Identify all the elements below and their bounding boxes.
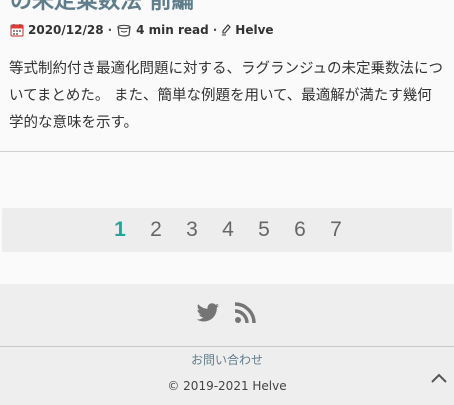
post-meta: 2020/12/28 · 4 min read · Helve	[10, 21, 274, 39]
page-link-2[interactable]: 2	[144, 208, 168, 252]
post-divider	[0, 151, 454, 152]
social-links	[0, 302, 454, 326]
page-link-4[interactable]: 4	[216, 208, 240, 252]
rss-icon[interactable]	[234, 302, 256, 328]
calendar-icon	[10, 23, 24, 37]
post-title[interactable]: の未定乗数法 前編	[10, 0, 194, 16]
twitter-icon[interactable]	[196, 302, 220, 328]
page-link-1[interactable]: 1	[108, 208, 132, 252]
copyright-text: © 2019-2021 Helve	[167, 379, 287, 393]
read-time: 4 min read	[136, 23, 209, 37]
post-excerpt: 等式制約付き最適化問題に対する、ラグランジュの未定乗数法についてまとめた。 また…	[9, 61, 443, 131]
meta-separator: ·	[212, 23, 218, 37]
footer-divider	[0, 346, 454, 347]
page-link-3[interactable]: 3	[180, 208, 204, 252]
post-date: 2020/12/28	[28, 23, 104, 37]
page-link-5[interactable]: 5	[252, 208, 276, 252]
page: の未定乗数法 前編 2020/12/28 · 4 min read · Helv…	[0, 0, 454, 405]
coffee-cup-icon	[116, 23, 132, 37]
meta-separator: ·	[107, 23, 113, 37]
post-author[interactable]: Helve	[235, 23, 273, 37]
page-link-7[interactable]: 7	[324, 208, 348, 252]
pagination: 1 2 3 4 5 6 7	[2, 208, 452, 252]
pen-icon	[221, 24, 232, 36]
contact-link[interactable]: お問い合わせ	[0, 351, 454, 368]
chevron-up-icon[interactable]	[428, 367, 450, 389]
page-link-6[interactable]: 6	[288, 208, 312, 252]
